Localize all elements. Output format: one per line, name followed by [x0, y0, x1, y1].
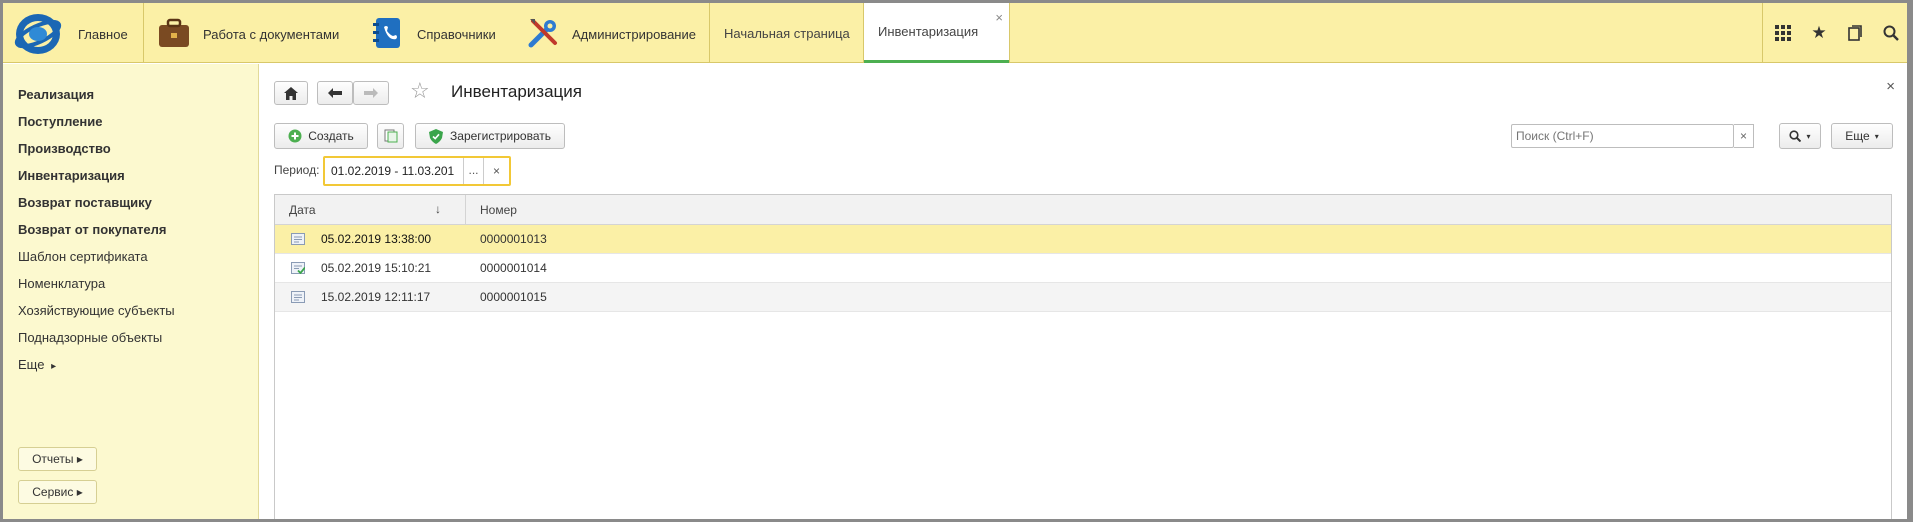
section-documents[interactable]: Работа с документами [203, 27, 339, 42]
back-button[interactable] [317, 81, 353, 105]
search-options-button[interactable]: ▾ [1779, 123, 1821, 149]
dropdown-arrow-icon: ▾ [1806, 131, 1811, 141]
arrow-right-icon [364, 88, 378, 98]
sidebar-item-return-to-supplier[interactable]: Возврат поставщику [18, 195, 152, 210]
table-row[interactable]: 05.02.2019 13:38:00 0000001013 [275, 225, 1891, 254]
sidebar: Реализация Поступление Производство Инве… [3, 64, 259, 519]
star-icon[interactable]: ★ [1801, 3, 1837, 63]
search-input[interactable] [1511, 124, 1734, 148]
period-label: Период: [274, 163, 320, 177]
history-icon[interactable] [1837, 3, 1873, 63]
document-icon [291, 291, 305, 303]
create-button-label: Создать [308, 129, 354, 143]
plus-circle-icon [288, 129, 302, 143]
grid-icon[interactable] [1765, 3, 1801, 63]
documents-table: Дата ↓ Номер 05.02.2019 13:38:00 0000001… [274, 194, 1892, 519]
cell-number: 0000001014 [480, 261, 547, 275]
chevron-right-icon: ▸ [51, 361, 57, 372]
app-window: Главное Работа с документами Справочники… [3, 3, 1907, 519]
period-field[interactable]: 01.02.2019 - 11.03.201 ... × [323, 156, 511, 186]
shield-icon [429, 128, 444, 144]
search-clear-icon[interactable]: × [1734, 124, 1754, 148]
briefcase-icon[interactable] [156, 15, 192, 51]
create-button[interactable]: Создать [274, 123, 368, 149]
cell-number: 0000001015 [480, 290, 547, 304]
register-button[interactable]: Зарегистрировать [415, 123, 565, 149]
main-content: ☆ Инвентаризация × Создать Зарегистриров… [260, 64, 1907, 519]
sort-desc-icon[interactable]: ↓ [435, 195, 441, 223]
sidebar-item-more[interactable]: Еще ▸ [18, 357, 56, 372]
home-button[interactable] [274, 81, 308, 105]
tab-close-icon[interactable]: × [995, 10, 1003, 25]
table-row[interactable]: 15.02.2019 12:11:17 0000001015 [275, 283, 1891, 312]
column-divider [465, 195, 466, 225]
tab-inventory-label: Инвентаризация [878, 24, 979, 39]
period-value[interactable]: 01.02.2019 - 11.03.201 [331, 164, 459, 178]
divider [1009, 3, 1010, 63]
sidebar-item-production[interactable]: Производство [18, 141, 111, 156]
document-icon [291, 233, 305, 245]
contacts-book-icon[interactable] [370, 15, 406, 51]
sidebar-item-more-label: Еще [18, 357, 45, 372]
more-actions-label: Еще [1845, 129, 1870, 143]
period-select-button[interactable]: ... [463, 158, 483, 184]
column-header-date[interactable]: Дата [289, 195, 316, 225]
section-references[interactable]: Справочники [417, 27, 496, 42]
sidebar-item-business-entities[interactable]: Хозяйствующие субъекты [18, 303, 175, 318]
period-clear-icon[interactable]: × [483, 158, 509, 184]
more-actions-button[interactable]: Еще ▾ [1831, 123, 1893, 149]
copy-doc-icon [384, 129, 397, 143]
sidebar-item-return-from-customer[interactable]: Возврат от покупателя [18, 222, 166, 237]
divider [1762, 3, 1763, 63]
section-panel: Главное Работа с документами Справочники… [3, 3, 1907, 63]
divider [143, 3, 144, 63]
sidebar-item-certificate-template[interactable]: Шаблон сертификата [18, 249, 148, 264]
tab-home-page[interactable]: Начальная страница [710, 3, 863, 63]
register-button-label: Зарегистрировать [450, 129, 551, 143]
sidebar-item-sales[interactable]: Реализация [18, 87, 94, 102]
main-section-label[interactable]: Главное [78, 27, 128, 42]
favorite-star-icon[interactable]: ☆ [410, 78, 430, 104]
cell-date: 15.02.2019 12:11:17 [321, 290, 431, 304]
tab-inventory[interactable]: Инвентаризация × [864, 3, 1009, 63]
search-icon[interactable] [1873, 3, 1907, 63]
copy-button[interactable] [377, 123, 404, 149]
section-administration[interactable]: Администрирование [572, 27, 696, 42]
page-title: Инвентаризация [451, 82, 582, 101]
forward-button[interactable] [353, 81, 389, 105]
sidebar-item-supervised-objects[interactable]: Поднадзорные объекты [18, 330, 162, 345]
close-icon[interactable]: × [1886, 78, 1895, 95]
posted-document-icon [291, 262, 305, 274]
cell-date: 05.02.2019 13:38:00 [321, 232, 432, 246]
arrow-left-icon [328, 88, 342, 98]
table-header: Дата ↓ Номер [275, 195, 1891, 225]
sidebar-item-receipts[interactable]: Поступление [18, 114, 103, 129]
cell-number: 0000001013 [480, 232, 547, 246]
tools-icon[interactable] [525, 15, 561, 51]
cell-date: 05.02.2019 15:10:21 [321, 261, 432, 275]
table-row[interactable]: 05.02.2019 15:10:21 0000001014 [275, 254, 1891, 283]
column-header-number[interactable]: Номер [480, 195, 517, 225]
app-logo-icon[interactable] [13, 11, 63, 57]
search-icon [1789, 130, 1802, 142]
service-button[interactable]: Сервис ▸ [18, 480, 97, 504]
reports-button[interactable]: Отчеты ▸ [18, 447, 97, 471]
home-icon [284, 86, 298, 100]
sidebar-item-nomenclature[interactable]: Номенклатура [18, 276, 105, 291]
sidebar-item-inventory[interactable]: Инвентаризация [18, 168, 125, 183]
dropdown-arrow-icon: ▾ [1874, 131, 1879, 141]
